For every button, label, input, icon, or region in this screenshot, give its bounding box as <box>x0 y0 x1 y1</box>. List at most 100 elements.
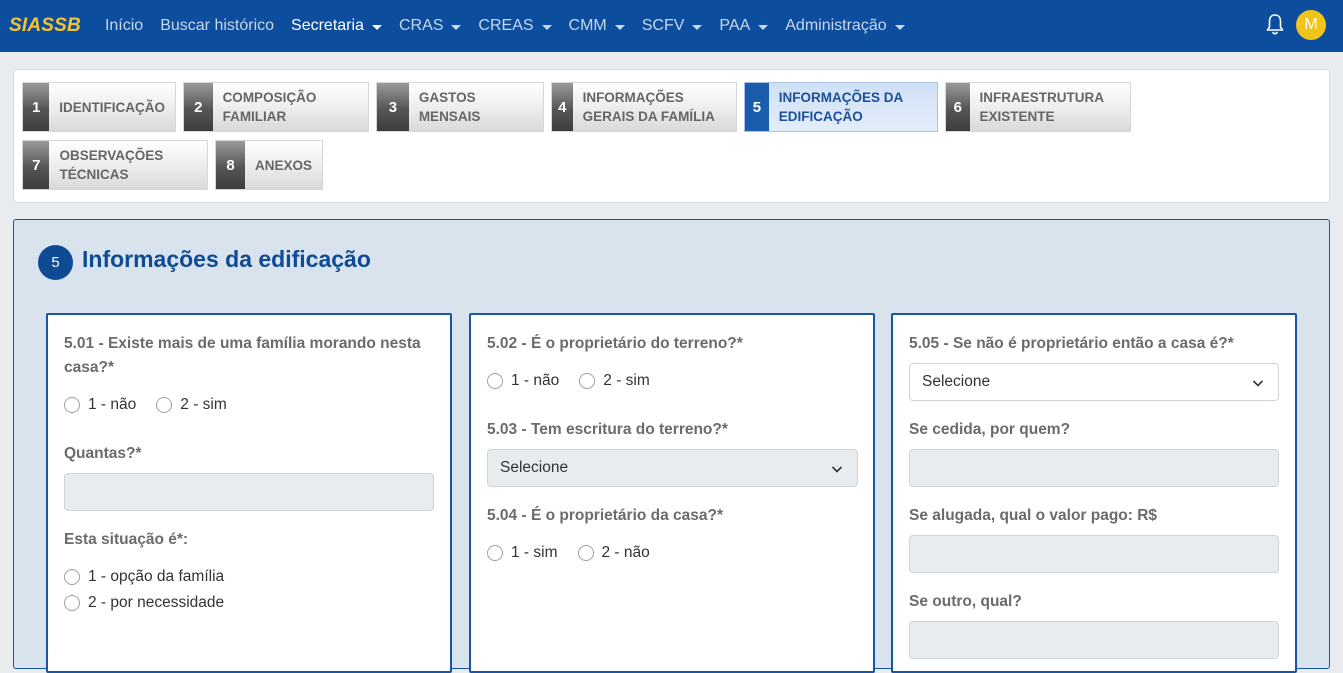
card-q502: 5.02 - É o proprietário do terreno?* 1 -… <box>469 313 875 673</box>
nav-label: Administração <box>785 17 887 34</box>
label-quantas: Quantas?* <box>64 445 142 462</box>
radio-label: 1 - não <box>511 372 560 389</box>
escritura-select[interactable]: Selecione <box>487 449 858 487</box>
radio-button[interactable] <box>579 373 596 389</box>
nav-cmm[interactable]: CMM <box>569 17 625 35</box>
radio-button[interactable] <box>487 373 503 389</box>
nav-label: SCFV <box>641 17 685 34</box>
nav-label: Buscar histórico <box>160 17 275 34</box>
main-nav: Início Buscar histórico Secretaria CRAS … <box>105 17 922 35</box>
question-5-04: 5.04 - É o proprietário da casa?* <box>487 507 724 524</box>
radio-button[interactable] <box>487 545 503 561</box>
caret-down-icon <box>451 24 462 30</box>
section-number-badge: 5 <box>38 245 73 280</box>
question-5-05: 5.05 - Se não é proprietário então a cas… <box>909 335 1234 352</box>
radio-option-nao[interactable]: 2 - não <box>577 544 650 562</box>
steps-panel: 1 Identificação 2 Composição Familiar 3 … <box>13 69 1330 203</box>
nav-buscar-historico[interactable]: Buscar histórico <box>160 17 274 35</box>
nav-label: Início <box>104 17 144 34</box>
radio-button[interactable] <box>64 595 80 611</box>
nav-creas[interactable]: CREAS <box>478 17 552 35</box>
card-q501: 5.01 - Existe mais de uma família morand… <box>46 313 452 673</box>
step-tab-3[interactable]: 3 Gastos Mensais <box>376 82 544 132</box>
radio-option-nao[interactable]: 1 - não <box>64 396 136 414</box>
step-label: Anexos <box>254 157 312 173</box>
nav-secretaria[interactable]: Secretaria <box>291 17 382 35</box>
tipo-casa-select[interactable]: Selecione <box>909 363 1279 401</box>
label-alugada: Se alugada, qual o valor pago: R$ <box>909 507 1158 524</box>
brand-logo[interactable]: SIASSB <box>9 15 81 37</box>
radio-button[interactable] <box>577 545 594 561</box>
valor-aluguel-input[interactable] <box>909 535 1279 573</box>
nav-scfv[interactable]: SCFV <box>642 17 703 35</box>
outro-input[interactable] <box>909 621 1279 659</box>
step-tab-7[interactable]: 7 Observações Técnicas <box>22 140 208 190</box>
nav-administracao[interactable]: Administração <box>785 17 905 35</box>
radio-group-5-02: 1 - não 2 - sim <box>487 372 670 390</box>
step-number: 7 <box>23 141 50 189</box>
step-number: 6 <box>946 83 970 131</box>
quantas-input[interactable] <box>64 473 434 511</box>
label-situacao: Esta situação é*: <box>64 531 189 548</box>
step-number: 2 <box>184 83 213 131</box>
radio-button[interactable] <box>64 569 80 585</box>
nav-label: PAA <box>719 17 751 34</box>
radio-button[interactable] <box>64 397 80 413</box>
cedida-input[interactable] <box>909 449 1279 487</box>
radio-option-sim[interactable]: 2 - sim <box>156 396 227 414</box>
step-label: Composição Familiar <box>222 90 317 124</box>
bell-icon[interactable] <box>1265 13 1285 37</box>
radio-option-nao[interactable]: 1 - não <box>487 372 559 390</box>
radio-option-necessidade[interactable]: 2 - por necessidade <box>64 594 224 612</box>
caret-down-icon <box>758 24 769 30</box>
question-5-02: 5.02 - É o proprietário do terreno?* <box>487 335 743 352</box>
radio-label: 2 - por necessidade <box>88 594 225 611</box>
section-panel: 5 Informações da edificação 5.01 - Exist… <box>13 219 1330 673</box>
step-number: 3 <box>377 83 409 131</box>
radio-label: 1 - opção da família <box>88 568 225 585</box>
caret-down-icon <box>541 24 552 30</box>
radio-group-5-01: 1 - não 2 - sim <box>64 396 247 414</box>
radio-label: 1 - sim <box>511 544 558 561</box>
step-tab-5[interactable]: 5 Informações da Edificação <box>744 82 938 132</box>
step-tab-2[interactable]: 2 Composição Familiar <box>183 82 369 132</box>
radio-option-opcao-familia[interactable]: 1 - opção da família <box>64 568 224 586</box>
chevron-down-icon <box>831 466 843 473</box>
radio-label: 2 - sim <box>180 396 227 413</box>
radio-option-sim[interactable]: 1 - sim <box>487 544 558 562</box>
nav-cras[interactable]: CRAS <box>399 17 462 35</box>
step-label: Infraestrutura Existente <box>979 90 1104 124</box>
step-label: Gastos Mensais <box>418 90 481 124</box>
radio-label: 1 - não <box>88 396 137 413</box>
top-navbar: SIASSB Início Buscar histórico Secretari… <box>0 0 1343 52</box>
step-label: Observações Técnicas <box>59 148 164 182</box>
radio-group-5-04: 1 - sim 2 - não <box>487 544 670 562</box>
nav-label: CREAS <box>478 17 534 34</box>
select-value: Selecione <box>500 459 569 476</box>
step-tab-8[interactable]: 8 Anexos <box>215 140 323 190</box>
label-outro: Se outro, qual? <box>909 593 1022 610</box>
nav-label: CMM <box>568 17 607 34</box>
step-label: Informações da Edificação <box>778 90 903 124</box>
step-number: 5 <box>745 83 769 131</box>
step-number: 4 <box>552 83 573 131</box>
caret-down-icon <box>614 24 625 30</box>
caret-down-icon <box>894 24 905 30</box>
step-tab-6[interactable]: 6 Infraestrutura Existente <box>945 82 1131 132</box>
nav-paa[interactable]: PAA <box>719 17 769 35</box>
step-tab-1[interactable]: 1 Identificação <box>22 82 176 132</box>
nav-label: Secretaria <box>291 17 364 34</box>
nav-inicio[interactable]: Início <box>105 17 143 35</box>
card-q505: 5.05 - Se não é proprietário então a cas… <box>891 313 1297 673</box>
radio-option-sim[interactable]: 2 - sim <box>579 372 650 390</box>
radio-label: 2 - não <box>601 544 650 561</box>
user-avatar[interactable]: M <box>1296 10 1326 40</box>
section-title: Informações da edificação <box>82 246 371 272</box>
step-label: Identificação <box>59 99 165 115</box>
label-cedida: Se cedida, por quem? <box>909 421 1071 438</box>
question-5-03: 5.03 - Tem escritura do terreno?* <box>487 421 728 438</box>
question-5-01: 5.01 - Existe mais de uma família morand… <box>64 335 421 376</box>
step-number: 8 <box>216 141 245 189</box>
radio-button[interactable] <box>156 397 173 413</box>
step-tab-4[interactable]: 4 Informações Gerais da Família <box>551 82 737 132</box>
